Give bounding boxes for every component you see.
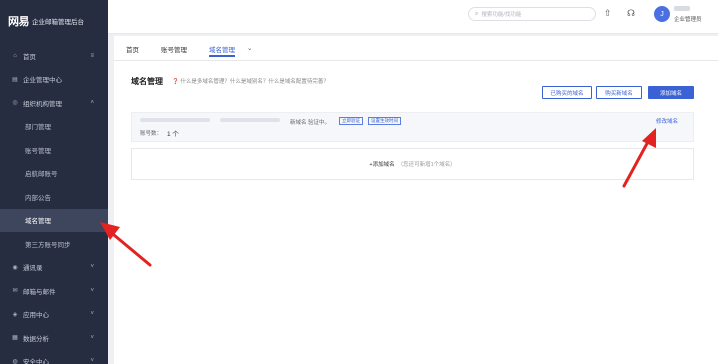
domain-status: 新域名 验证中。	[290, 120, 331, 126]
building-icon: ▤	[12, 76, 18, 83]
help-icon: ❓	[172, 79, 179, 85]
domain-card: 新域名 验证中。 立即验证 设置生效时间 修改域名 账号数： 1 个	[131, 112, 694, 142]
sidebar-item-label: 第三方账号同步	[25, 241, 71, 249]
add-domain-hint: （您还可新增1个域名）	[397, 162, 456, 168]
set-effective-time-tag[interactable]: 设置生效时间	[368, 117, 401, 125]
sidebar-item-13[interactable]: ◍ 安全中心 ˅	[0, 350, 108, 364]
page-title: 域名管理	[131, 77, 163, 86]
sidebar-nav: ⌂ 首页 ≡ ▤ 企业管理中心 ◎ 组织机构管理 ˄ 部门管理账号管理启航邮账号内部公告域名管理…	[0, 44, 108, 364]
tab-home[interactable]: 首页	[126, 44, 139, 58]
chevron-icon[interactable]: ˅	[90, 358, 94, 364]
sidebar-item-0[interactable]: ⌂ 首页 ≡	[0, 44, 108, 68]
sidebar-item-1[interactable]: ▤ 企业管理中心	[0, 68, 108, 92]
apps-icon: ◈	[12, 311, 18, 318]
buy-domain-button[interactable]: 购买新域名	[596, 86, 642, 99]
sidebar-item-label: 组织机构管理	[23, 100, 62, 108]
main-content: 首页 账号管理 域名管理 ⌄ 域名管理 ❓ 什么是多域名管理？什么是域别名？什么…	[114, 36, 718, 364]
mail-icon: ✉	[12, 288, 18, 295]
account-count-value: 1 个	[167, 131, 179, 138]
sidebar-item-3[interactable]: 部门管理	[0, 115, 108, 139]
upgrade-icon[interactable]: ⇧	[604, 8, 612, 19]
sidebar-item-11[interactable]: ◈ 应用中心 ˅	[0, 303, 108, 327]
sidebar-item-7[interactable]: 域名管理	[0, 208, 108, 232]
domain-name-redacted	[140, 118, 210, 122]
chevron-down-icon[interactable]: ⌄	[247, 44, 252, 58]
sidebar-item-label: 部门管理	[25, 124, 51, 132]
menu-icon[interactable]: ≡	[90, 53, 94, 59]
sidebar-item-8[interactable]: 第三方账号同步	[0, 232, 108, 256]
logo-text: 企业邮箱管理后台	[32, 19, 84, 26]
chevron-icon[interactable]: ˅	[90, 288, 94, 294]
bought-domains-button[interactable]: 已购买的域名	[542, 86, 592, 99]
sidebar-item-label: 首页	[23, 53, 36, 61]
avatar[interactable]: J	[654, 6, 670, 22]
chevron-icon[interactable]: ˅	[90, 264, 94, 270]
sidebar-item-label: 域名管理	[25, 218, 51, 226]
divider	[114, 60, 718, 61]
tab-accounts[interactable]: 账号管理	[161, 44, 187, 58]
logo: 网易 企业邮箱管理后台	[8, 14, 84, 28]
sidebar-item-6[interactable]: 内部公告	[0, 185, 108, 209]
add-domain-box[interactable]: +添加域名 （您还可新增1个域名）	[131, 148, 694, 180]
org-icon: ◎	[12, 100, 18, 107]
search-input[interactable]: ⌕ 搜索功能/找功能	[468, 7, 596, 21]
sidebar-item-9[interactable]: ◉ 通讯录 ˅	[0, 256, 108, 280]
sidebar-item-label: 账号管理	[25, 147, 51, 155]
sidebar-item-label: 数据分析	[23, 335, 49, 343]
add-domain-label: +添加域名	[369, 162, 395, 168]
sidebar-item-label: 启航邮账号	[25, 171, 58, 179]
headset-icon[interactable]: ☊	[627, 8, 635, 19]
sidebar-item-label: 企业管理中心	[23, 77, 62, 85]
sidebar-item-4[interactable]: 账号管理	[0, 138, 108, 162]
help-text: 什么是多域名管理？什么是域别名？什么是域名配置待完善？	[180, 79, 329, 85]
tab-bar: 首页 账号管理 域名管理 ⌄	[126, 44, 274, 58]
contacts-icon: ◉	[12, 264, 18, 271]
sidebar: 网易 企业邮箱管理后台 ⌂ 首页 ≡ ▤ 企业管理中心 ◎ 组织机构管理 ˄ 部门管理账号管理启…	[0, 0, 108, 364]
sidebar-item-10[interactable]: ✉ 邮箱与邮件 ˅	[0, 279, 108, 303]
page-help[interactable]: ❓ 什么是多域名管理？什么是域别名？什么是域名配置待完善？	[172, 77, 329, 85]
verify-now-tag[interactable]: 立即验证	[339, 117, 363, 125]
user-role: 企业管理员	[674, 17, 702, 23]
tab-domains[interactable]: 域名管理	[209, 44, 235, 58]
sidebar-item-5[interactable]: 启航邮账号	[0, 162, 108, 186]
account-count-label: 账号数：	[140, 131, 163, 137]
chevron-icon[interactable]: ˅	[90, 335, 94, 341]
sidebar-item-label: 应用中心	[23, 312, 49, 320]
domain-alias-redacted	[220, 118, 280, 122]
sidebar-item-label: 通讯录	[23, 265, 43, 273]
sidebar-item-2[interactable]: ◎ 组织机构管理 ˄	[0, 91, 108, 115]
sidebar-item-label: 安全中心	[23, 359, 49, 364]
top-bar: ⌕ 搜索功能/找功能 ⇧ ☊ J 企业管理员	[108, 0, 718, 34]
chart-icon: ▦	[12, 335, 18, 342]
add-domain-button[interactable]: 添加域名	[648, 86, 694, 99]
search-icon: ⌕	[475, 10, 479, 17]
logo-mark: 网易	[8, 15, 30, 28]
sidebar-item-12[interactable]: ▦ 数据分析 ˅	[0, 326, 108, 350]
shield-icon: ◍	[12, 358, 18, 364]
chevron-icon[interactable]: ˅	[90, 311, 94, 317]
modify-domain-link[interactable]: 修改域名	[656, 117, 678, 125]
sidebar-item-label: 内部公告	[25, 194, 51, 202]
user-name-redacted	[674, 6, 690, 11]
search-placeholder: 搜索功能/找功能	[481, 12, 522, 18]
sidebar-item-label: 邮箱与邮件	[23, 288, 56, 296]
chevron-icon[interactable]: ˄	[90, 100, 94, 106]
home-icon: ⌂	[13, 52, 17, 59]
